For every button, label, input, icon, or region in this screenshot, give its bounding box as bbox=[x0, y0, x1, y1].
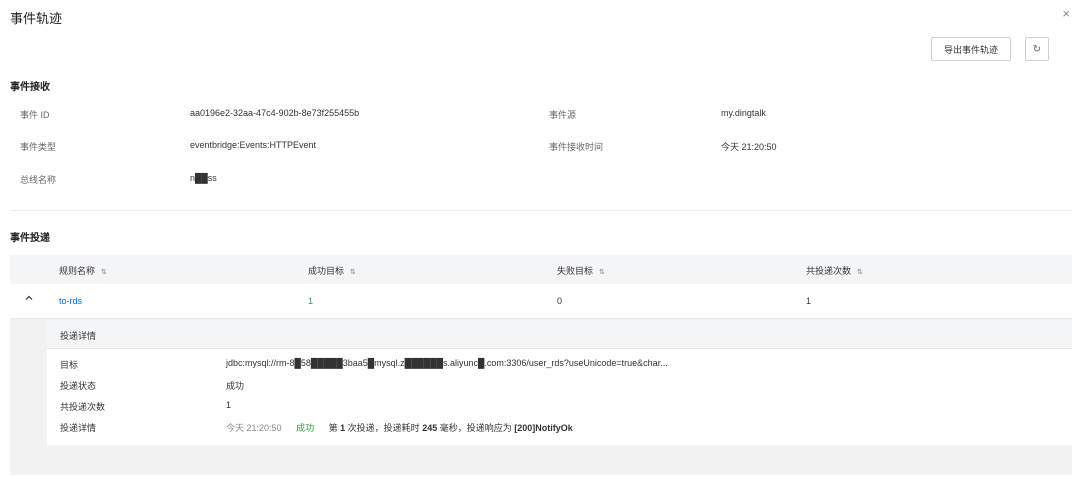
event-id-value: aa0196e2-32aa-47c4-902b-8e73f255455b bbox=[190, 108, 360, 118]
delivery-detail-header: 投递详情 bbox=[47, 320, 1072, 349]
delivery-info-value: 今天 21:20:50 成功 第 1 次投递，投递耗时 245 毫秒，投递响应为… bbox=[226, 423, 573, 433]
event-type-label: 事件类型 bbox=[20, 142, 57, 152]
column-failed-target[interactable]: 失败目标 ⇅ bbox=[557, 264, 605, 277]
target-label: 目标 bbox=[60, 360, 79, 370]
bus-name-label: 总线名称 bbox=[20, 175, 57, 185]
section-title-delivery: 事件投递 bbox=[10, 233, 50, 244]
page-title: 事件轨迹 bbox=[10, 11, 63, 26]
receive-time-label: 事件接收时间 bbox=[549, 142, 604, 152]
rule-name-link[interactable]: to-rds bbox=[59, 296, 82, 306]
sort-icon[interactable]: ⇅ bbox=[350, 269, 356, 276]
expanded-row-area: 投递详情 目标 jdbc:mysql://rm-8█58█████3baa5█m… bbox=[10, 319, 1072, 475]
delivery-count-value: 1 bbox=[226, 400, 232, 410]
success-target-count[interactable]: 1 bbox=[308, 296, 313, 306]
delivery-detail-title: 投递详情 bbox=[60, 331, 97, 341]
delivery-count-label: 共投递次数 bbox=[60, 402, 106, 412]
receive-time-value: 今天 21:20:50 bbox=[721, 142, 777, 152]
event-type-value: eventbridge:Events:HTTPEvent bbox=[190, 140, 317, 150]
chevron-up-icon[interactable] bbox=[24, 293, 34, 306]
sort-icon[interactable]: ⇅ bbox=[101, 269, 107, 276]
column-delivery-count[interactable]: 共投递次数 ⇅ bbox=[806, 264, 863, 277]
event-source-value: my.dingtalk bbox=[721, 108, 766, 118]
export-trace-button[interactable]: 导出事件轨迹 bbox=[931, 37, 1011, 61]
delivery-status-value: 成功 bbox=[226, 381, 245, 391]
event-source-label: 事件源 bbox=[549, 110, 577, 120]
delivery-response: [200]NotifyOk bbox=[514, 423, 573, 433]
refresh-icon: ↻ bbox=[1032, 43, 1042, 55]
refresh-button[interactable]: ↻ bbox=[1025, 37, 1049, 61]
delivery-status-label: 投递状态 bbox=[60, 381, 97, 391]
delivery-table-header: 规则名称 ⇅ 成功目标 ⇅ 失败目标 ⇅ 共投递次数 ⇅ bbox=[10, 255, 1072, 284]
delivery-info-status: 成功 bbox=[296, 423, 315, 433]
bus-name-value: n██ss bbox=[190, 173, 217, 183]
sort-icon[interactable]: ⇅ bbox=[599, 269, 605, 276]
delivery-info-label: 投递详情 bbox=[60, 423, 97, 433]
event-id-label: 事件 ID bbox=[20, 110, 50, 120]
sort-icon[interactable]: ⇅ bbox=[857, 269, 863, 276]
target-value: jdbc:mysql://rm-8█58█████3baa5█mysql.z██… bbox=[226, 358, 668, 368]
column-rule-name[interactable]: 规则名称 ⇅ bbox=[59, 264, 107, 277]
section-divider bbox=[10, 210, 1072, 211]
delivery-info-time: 今天 21:20:50 bbox=[226, 423, 282, 433]
delivery-detail-card: 投递详情 目标 jdbc:mysql://rm-8█58█████3baa5█m… bbox=[47, 320, 1072, 445]
column-success-target[interactable]: 成功目标 ⇅ bbox=[308, 264, 356, 277]
table-row: to-rds 1 0 1 bbox=[10, 284, 1072, 319]
failed-target-count: 0 bbox=[557, 296, 563, 306]
close-icon[interactable]: × bbox=[1062, 7, 1070, 20]
section-title-receive: 事件接收 bbox=[10, 82, 50, 93]
delivery-count: 1 bbox=[806, 296, 812, 306]
